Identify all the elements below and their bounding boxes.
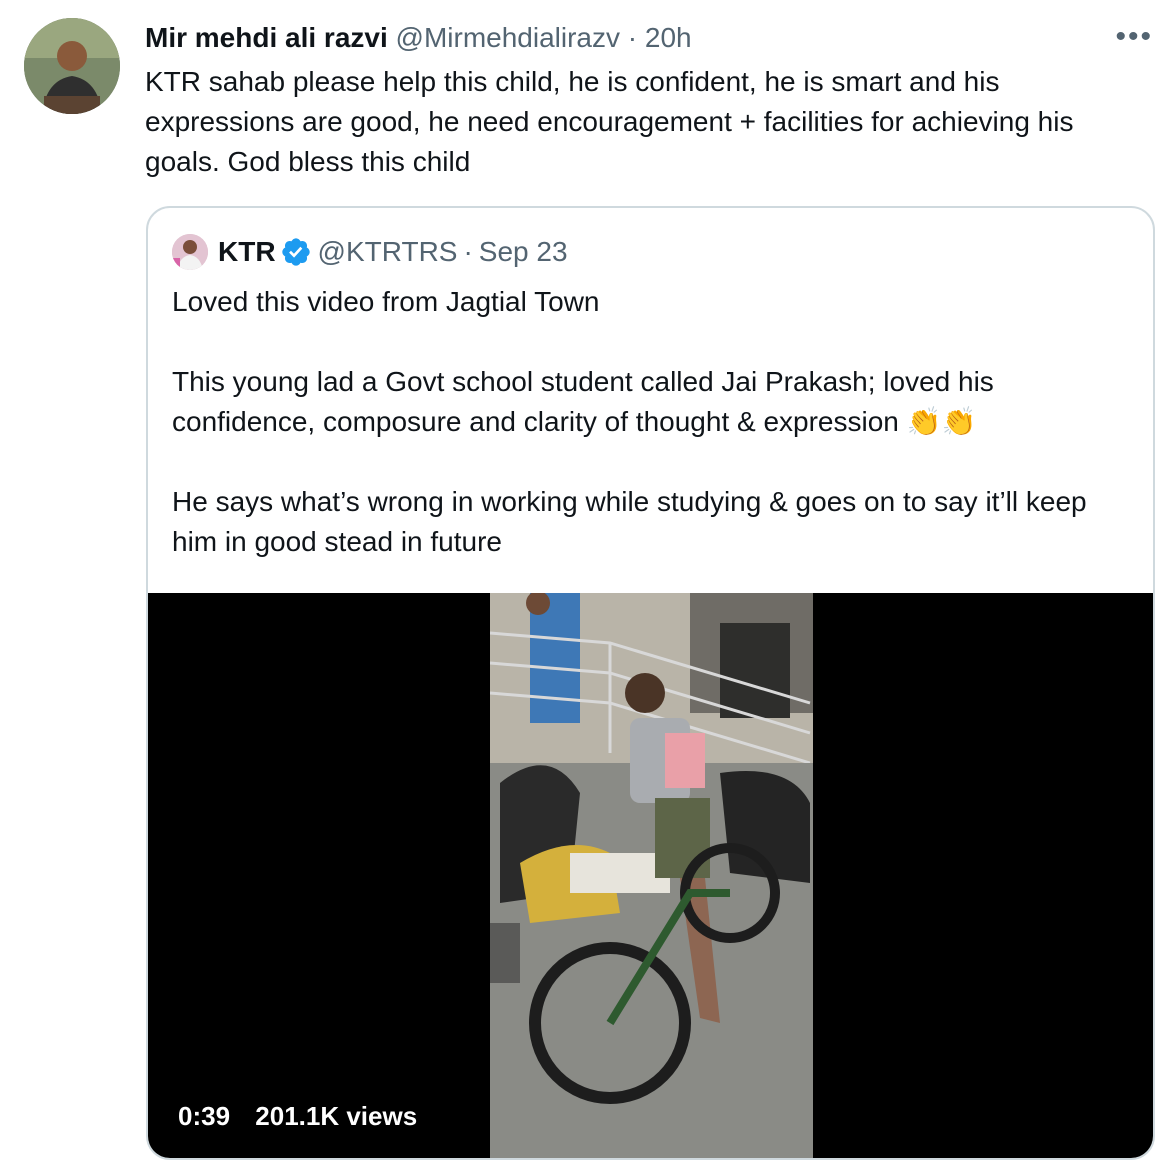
avatar-photo	[24, 18, 120, 114]
video-duration: 0:39	[178, 1101, 231, 1131]
author-avatar[interactable]	[24, 18, 120, 114]
header-separator: ·	[627, 22, 638, 53]
quoted-tweet-text: Loved this video from Jagtial Town This …	[172, 286, 1087, 557]
tweet-text: KTR sahab please help this child, he is …	[145, 66, 1074, 177]
quoted-author-name: KTR	[218, 236, 276, 267]
quoted-header-separator: ·	[463, 236, 473, 267]
video-player[interactable]: 0:39 201.1K views	[148, 593, 1153, 1158]
quoted-tweet-header: KTR @KTRTRS · Sep 23	[172, 232, 568, 272]
quoted-tweet[interactable]: KTR @KTRTRS · Sep 23 Loved this video fr…	[146, 206, 1155, 1160]
verified-badge-icon	[281, 238, 310, 266]
quoted-tweet-date: Sep 23	[478, 236, 568, 267]
video-thumbnail	[490, 593, 813, 1158]
quoted-author-avatar	[172, 234, 208, 270]
author-handle[interactable]: @Mirmehdialirazv	[396, 22, 620, 53]
video-meta: 0:39 201.1K views	[178, 1101, 435, 1132]
quoted-author-handle: @KTRTRS	[317, 236, 458, 267]
video-frame[interactable]	[490, 593, 813, 1158]
tweet-header: Mir mehdi ali razvi @Mirmehdialirazv · 2…	[145, 20, 692, 56]
author-name[interactable]: Mir mehdi ali razvi	[145, 22, 388, 53]
more-options-icon[interactable]: •••	[1115, 22, 1153, 52]
video-views: 201.1K views	[255, 1101, 418, 1131]
tweet-time[interactable]: 20h	[645, 22, 692, 53]
